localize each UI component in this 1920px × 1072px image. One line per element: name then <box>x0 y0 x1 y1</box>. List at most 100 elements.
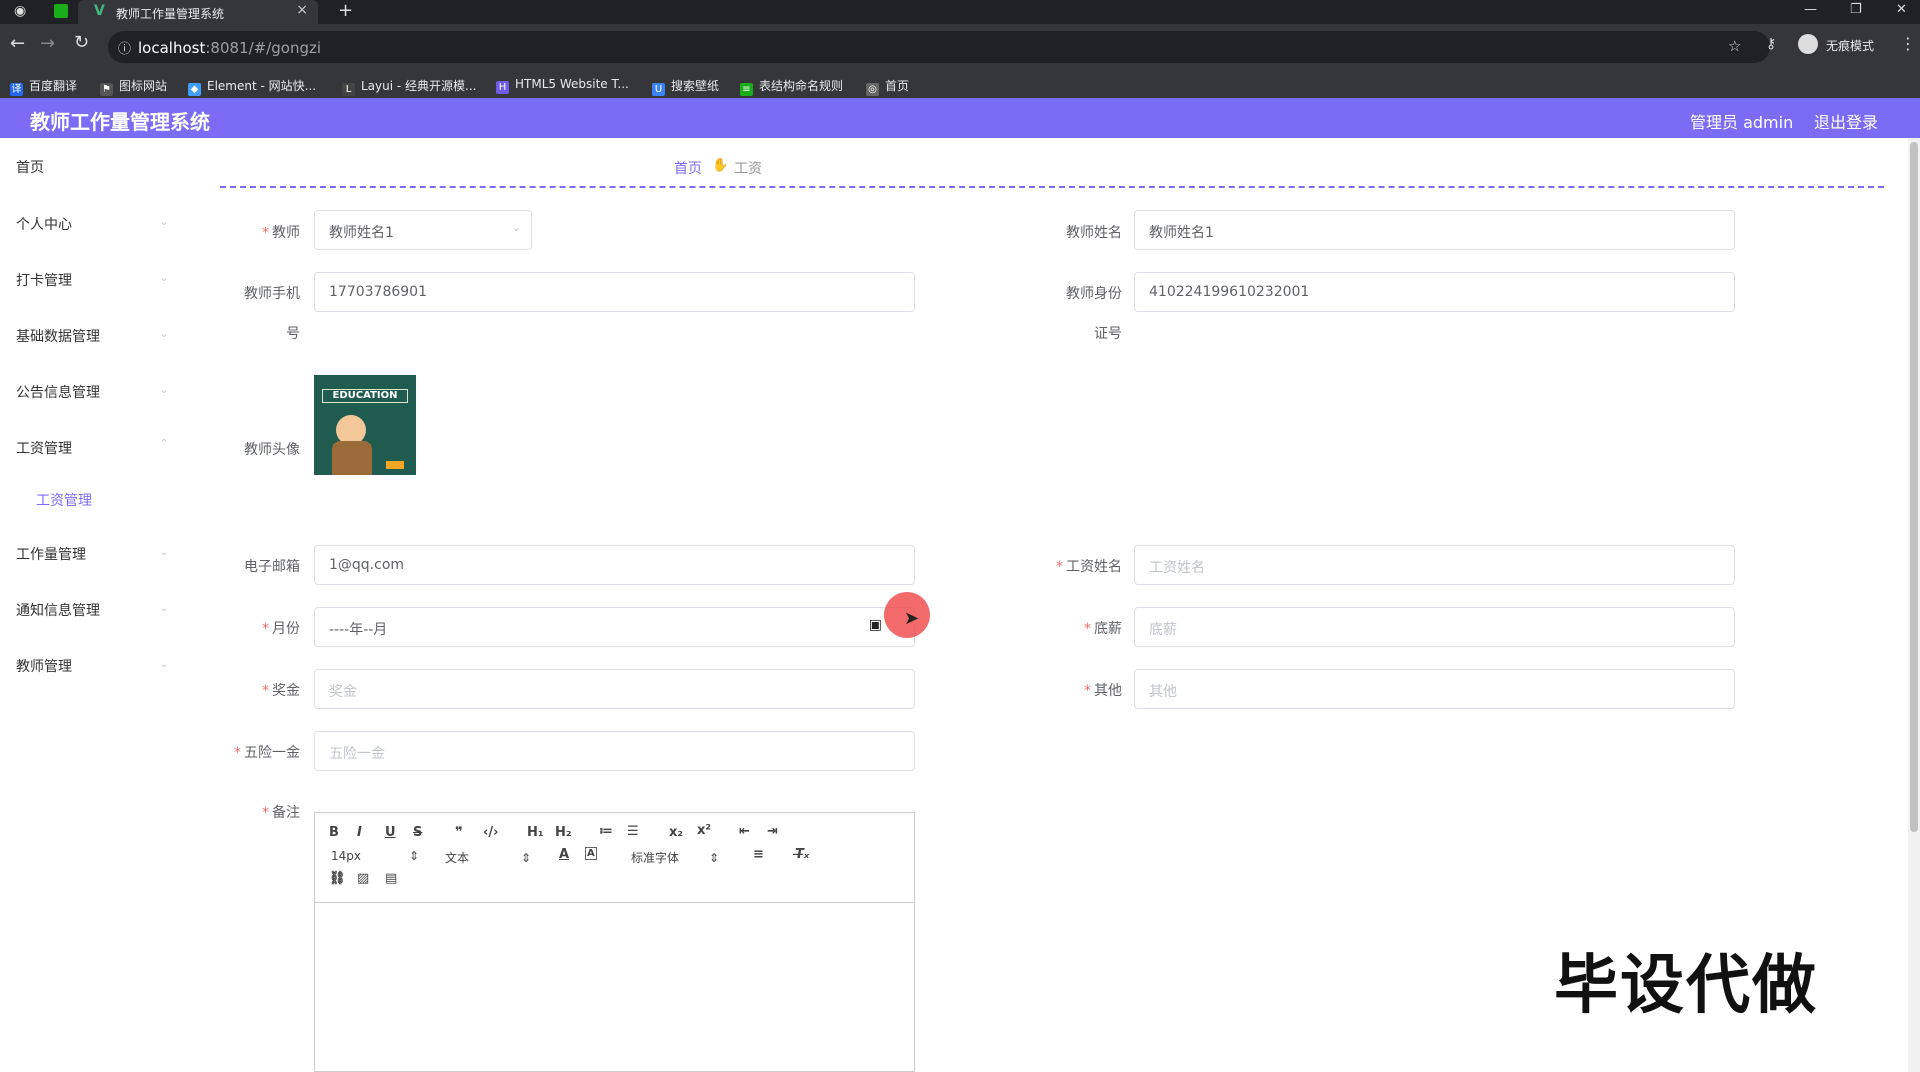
remark-editor: B I U S ❞ ‹/› H₁ H₂ ≔ ☰ x₂ x² ⇤ ⇥ 14px ⇕ … <box>314 812 915 1072</box>
bookmark-item[interactable]: ◆ Element - 网站快... <box>188 77 316 96</box>
align-icon[interactable]: ≡ <box>753 847 764 862</box>
font-color-icon[interactable]: A <box>559 847 569 862</box>
body-shape <box>332 441 372 475</box>
avatar-text: EDUCATION <box>322 389 408 403</box>
underline-icon[interactable]: U <box>385 825 396 840</box>
phone-field[interactable]: 17703786901 <box>314 272 915 312</box>
bonus-input[interactable]: 奖金 <box>314 669 915 709</box>
bookmark-item[interactable]: 译百度翻译 <box>10 77 77 96</box>
sidebar-item-notification[interactable]: 通知信息管理 <box>16 600 100 620</box>
font-size-select[interactable]: 14px ⇕ <box>331 849 419 863</box>
page-scrollbar[interactable] <box>1908 138 1920 1072</box>
forward-icon[interactable]: → <box>40 33 55 54</box>
id-card-field[interactable]: 410224199610232001 <box>1134 272 1735 312</box>
h1-icon[interactable]: H₁ <box>527 825 544 840</box>
logout-button[interactable]: 退出登录 <box>1814 109 1878 133</box>
strike-icon[interactable]: S <box>413 825 422 840</box>
star-icon[interactable]: ☆ <box>1728 37 1741 55</box>
back-icon[interactable]: ← <box>10 33 25 54</box>
editor-toolbar: B I U S ❞ ‹/› H₁ H₂ ≔ ☰ x₂ x² ⇤ ⇥ 14px ⇕ … <box>315 813 914 903</box>
editor-content[interactable] <box>315 903 914 1071</box>
other-input[interactable]: 其他 <box>1134 669 1735 709</box>
chevron-down-icon: ⌄ <box>511 221 521 234</box>
sidebar-item-checkin[interactable]: 打卡管理 <box>16 270 72 290</box>
active-tab[interactable]: V 教师工作量管理系统 × <box>78 0 318 24</box>
pinned-tab-icon[interactable] <box>54 4 68 18</box>
browser-tab-strip: ◉ V 教师工作量管理系统 × + — ❐ ✕ <box>0 0 1920 24</box>
bookmark-item[interactable]: ⚑ 图标网站 <box>100 77 167 96</box>
incognito-icon[interactable] <box>1798 34 1818 54</box>
bookmark-item[interactable]: L Layui - 经典开源模... <box>342 77 476 96</box>
font-family-select[interactable]: 标准字体 ⇕ <box>631 849 719 866</box>
teacher-avatar[interactable]: EDUCATION <box>314 375 416 475</box>
email-label: 电子邮箱 <box>244 559 300 575</box>
tab-close-icon[interactable]: × <box>296 2 308 18</box>
restore-icon[interactable]: ❐ <box>1850 2 1862 17</box>
bullet-list-icon[interactable]: ☰ <box>627 824 639 839</box>
scroll-thumb[interactable] <box>1910 142 1918 832</box>
insurance-input[interactable]: 五险一金 <box>314 731 915 771</box>
sidebar-item-basic-data[interactable]: 基础数据管理 <box>16 326 100 346</box>
chrome-icon[interactable]: ◉ <box>14 3 26 19</box>
bookmark-item[interactable]: H HTML5 Website T... <box>496 77 629 94</box>
sidebar-item-profile[interactable]: 个人中心 <box>16 214 72 234</box>
background-color-icon[interactable]: A <box>585 847 597 860</box>
clear-format-icon[interactable]: T̶ₓ <box>795 847 809 862</box>
sidebar-item-teacher[interactable]: 教师管理 <box>16 656 72 676</box>
url-input[interactable]: ⓘ localhost:8081/#/gongzi ☆ <box>108 31 1770 63</box>
outdent-icon[interactable]: ⇤ <box>739 824 750 839</box>
bonus-label: * 奖金 <box>262 683 300 699</box>
bookmark-item[interactable]: ≡ 表结构命名规则 <box>740 77 843 96</box>
key-icon[interactable]: ⚷ <box>1766 36 1776 52</box>
chevron-down-icon: ⌄ <box>160 273 169 284</box>
chevron-down-icon: ⌄ <box>160 385 169 396</box>
tab-title: 教师工作量管理系统 <box>116 7 225 21</box>
code-icon[interactable]: ‹/› <box>483 825 498 840</box>
insurance-label: * 五险一金 <box>234 745 300 761</box>
bold-icon[interactable]: B <box>329 825 339 840</box>
text-type-select[interactable]: 文本 ⇕ <box>445 849 531 866</box>
superscript-icon[interactable]: x² <box>697 823 711 838</box>
sidebar: 首页 个人中心 ⌄ 打卡管理 ⌄ 基础数据管理 ⌄ 公告信息管理 ⌄ 工资管理 … <box>0 138 198 1072</box>
calendar-icon[interactable]: ▣ <box>869 617 882 633</box>
sidebar-item-announcement[interactable]: 公告信息管理 <box>16 382 100 402</box>
bookmark-item[interactable]: U 搜索壁纸 <box>652 77 719 96</box>
address-bar-area: ← → ↻ ⓘ localhost:8081/#/gongzi ☆ ⚷ 无痕模式… <box>0 24 1920 70</box>
sidebar-item-home[interactable]: 首页 <box>16 157 44 177</box>
sidebar-item-salary[interactable]: 工资管理 <box>16 438 72 458</box>
email-field[interactable]: 1@qq.com <box>314 545 915 585</box>
teacher-name-field[interactable]: 教师姓名1 <box>1134 210 1735 250</box>
mouse-pointer-icon: ➤ <box>904 608 920 629</box>
bookmarks-bar: 译百度翻译 ⚑ 图标网站 ◆ Element - 网站快... L Layui - 经… <box>0 70 1920 98</box>
link-icon[interactable]: ⛓ <box>329 871 346 886</box>
menu-icon[interactable]: ⋮ <box>1900 34 1916 53</box>
incognito-label[interactable]: 无痕模式 <box>1826 37 1874 54</box>
chevron-down-icon: ⌄ <box>160 603 169 614</box>
teacher-select[interactable]: 教师姓名1 ⌄ <box>314 210 532 250</box>
reload-icon[interactable]: ↻ <box>74 32 89 53</box>
base-salary-input[interactable]: 底薪 <box>1134 607 1735 647</box>
teacher-label: * 教师 <box>262 225 300 241</box>
salary-name-input[interactable]: 工资姓名 <box>1134 545 1735 585</box>
subscript-icon[interactable]: x₂ <box>669 825 683 840</box>
h2-icon[interactable]: H₂ <box>555 825 572 840</box>
month-input[interactable]: ----年--月 ▣ <box>314 607 915 647</box>
sidebar-subitem-salary[interactable]: 工资管理 <box>36 490 92 510</box>
quote-icon[interactable]: ❞ <box>455 825 463 840</box>
image-icon[interactable]: ▨ <box>357 871 369 886</box>
indent-icon[interactable]: ⇥ <box>767 824 778 839</box>
minimize-icon[interactable]: — <box>1804 2 1817 17</box>
breadcrumb-home[interactable]: 首页 <box>674 158 702 178</box>
id-card-label: 教师身份 <box>1066 286 1122 302</box>
ordered-list-icon[interactable]: ≔ <box>599 824 613 839</box>
info-icon[interactable]: ⓘ <box>118 38 131 57</box>
italic-icon[interactable]: I <box>357 825 362 840</box>
sidebar-item-workload[interactable]: 工作量管理 <box>16 544 86 564</box>
app-header: 教师工作量管理系统 管理员 admin 退出登录 <box>0 98 1920 138</box>
bookmark-item[interactable]: ◎ 首页 <box>866 77 909 96</box>
close-window-icon[interactable]: ✕ <box>1896 2 1907 17</box>
phone-label-cont: 号 <box>286 326 300 342</box>
new-tab-button[interactable]: + <box>338 0 353 21</box>
phone-label: 教师手机 <box>244 286 300 302</box>
video-icon[interactable]: ▤ <box>385 871 397 886</box>
